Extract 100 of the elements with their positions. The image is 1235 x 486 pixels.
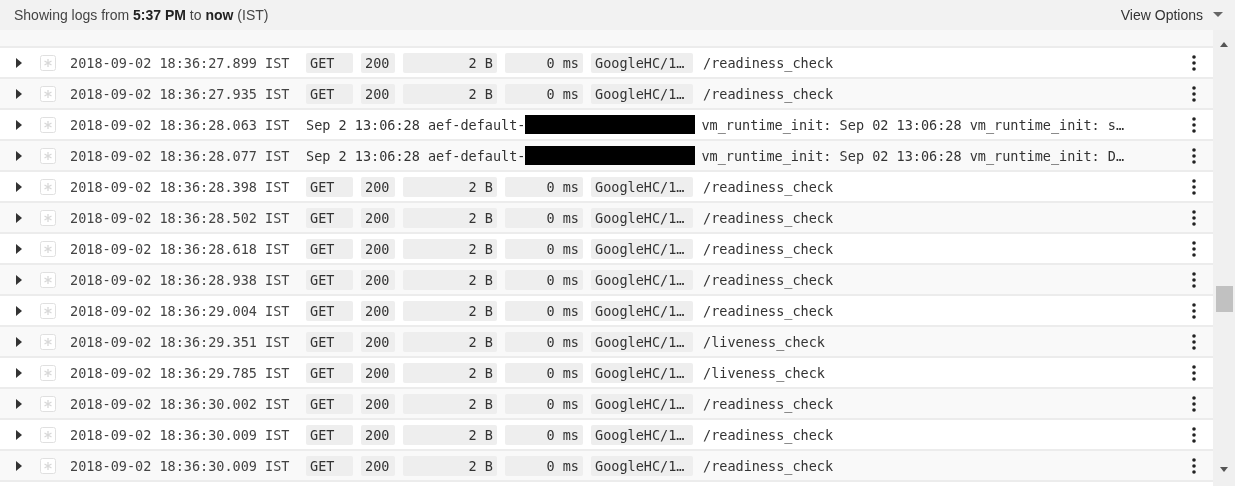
expand-icon[interactable] (16, 336, 22, 347)
status-chip: 200 (361, 207, 395, 228)
request-path: /readiness_check (703, 209, 834, 226)
method-chip: GET (306, 52, 353, 73)
expand-icon[interactable] (16, 367, 22, 378)
timestamp: 2018-09-02 18:36:27.899 IST (70, 54, 291, 71)
size-chip: 2 B (403, 300, 497, 321)
severity-icon (40, 457, 56, 474)
more-options-icon[interactable] (1192, 333, 1196, 350)
expand-icon[interactable] (16, 57, 22, 68)
expand-icon[interactable] (16, 398, 22, 409)
severity-icon (40, 147, 56, 164)
timestamp: 2018-09-02 18:36:27.935 IST (70, 85, 291, 102)
method-chip: GET (306, 238, 353, 259)
expand-icon[interactable] (16, 88, 22, 99)
more-options-icon[interactable] (1192, 395, 1196, 412)
more-options-icon[interactable] (1192, 240, 1196, 257)
expand-icon[interactable] (16, 150, 22, 161)
status-chip: 200 (361, 331, 395, 352)
severity-icon (40, 364, 56, 381)
latency-chip: 0 ms (505, 83, 583, 104)
request-path: /liveness_check (703, 333, 825, 350)
size-chip: 2 B (403, 393, 497, 414)
log-range-summary: Showing logs from 5:37 PM to now (IST) (14, 7, 269, 23)
size-chip: 2 B (403, 362, 497, 383)
size-chip: 2 B (403, 269, 497, 290)
method-chip: GET (306, 269, 353, 290)
timestamp: 2018-09-02 18:36:29.785 IST (70, 364, 291, 381)
severity-icon (40, 54, 56, 71)
more-options-icon[interactable] (1192, 271, 1196, 288)
latency-chip: 0 ms (505, 52, 583, 73)
expand-icon[interactable] (16, 243, 22, 254)
severity-icon (40, 116, 56, 133)
more-options-icon[interactable] (1192, 457, 1196, 474)
expand-icon[interactable] (16, 212, 22, 223)
severity-icon (40, 85, 56, 102)
status-chip: 200 (361, 424, 395, 445)
request-path: /readiness_check (703, 426, 834, 443)
status-chip: 200 (361, 455, 395, 476)
timestamp: 2018-09-02 18:36:28.938 IST (70, 271, 291, 288)
severity-icon (40, 209, 56, 226)
user-agent-chip: GoogleHC/1… (591, 238, 693, 259)
method-chip: GET (306, 331, 353, 352)
status-chip: 200 (361, 393, 395, 414)
status-chip: 200 (361, 269, 395, 290)
size-chip: 2 B (403, 424, 497, 445)
expand-icon[interactable] (16, 305, 22, 316)
latency-chip: 0 ms (505, 455, 583, 476)
size-chip: 2 B (403, 455, 497, 476)
scrollbar[interactable] (1213, 30, 1235, 486)
size-chip: 2 B (403, 83, 497, 104)
scroll-thumb[interactable] (1216, 286, 1233, 312)
latency-chip: 0 ms (505, 331, 583, 352)
log-message-prefix: Sep 2 13:06:28 aef-default- (306, 147, 526, 164)
severity-icon (40, 178, 56, 195)
user-agent-chip: GoogleHC/1… (591, 52, 693, 73)
more-options-icon[interactable] (1192, 147, 1196, 164)
request-path: /readiness_check (703, 54, 834, 71)
expand-icon[interactable] (16, 429, 22, 440)
severity-icon (40, 426, 56, 443)
latency-chip: 0 ms (505, 238, 583, 259)
latency-chip: 0 ms (505, 269, 583, 290)
scroll-down-icon[interactable] (1220, 467, 1228, 472)
more-options-icon[interactable] (1192, 209, 1196, 226)
size-chip: 2 B (403, 52, 497, 73)
timestamp: 2018-09-02 18:36:28.398 IST (70, 178, 291, 195)
user-agent-chip: GoogleHC/1… (591, 331, 693, 352)
latency-chip: 0 ms (505, 393, 583, 414)
timestamp: 2018-09-02 18:36:28.077 IST (70, 147, 291, 164)
more-options-icon[interactable] (1192, 364, 1196, 381)
expand-icon[interactable] (16, 460, 22, 471)
method-chip: GET (306, 455, 353, 476)
scroll-up-icon[interactable] (1220, 42, 1228, 47)
expand-icon[interactable] (16, 274, 22, 285)
expand-icon[interactable] (16, 119, 22, 130)
log-message-prefix: Sep 2 13:06:28 aef-default- (306, 116, 526, 133)
severity-icon (40, 302, 56, 319)
user-agent-chip: GoogleHC/1… (591, 207, 693, 228)
user-agent-chip: GoogleHC/1… (591, 362, 693, 383)
log-message: vm_runtime_init: Sep 02 13:06:28 vm_runtime_init: D… (701, 147, 1125, 164)
more-options-icon[interactable] (1192, 116, 1196, 133)
method-chip: GET (306, 300, 353, 321)
expand-icon[interactable] (16, 181, 22, 192)
view-options-button[interactable]: View Options (1120, 5, 1223, 25)
user-agent-chip: GoogleHC/1… (591, 393, 693, 414)
size-chip: 2 B (403, 207, 497, 228)
more-options-icon[interactable] (1192, 302, 1196, 319)
request-path: /readiness_check (703, 302, 834, 319)
status-chip: 200 (361, 362, 395, 383)
timestamp: 2018-09-02 18:36:29.351 IST (70, 333, 291, 350)
user-agent-chip: GoogleHC/1… (591, 269, 693, 290)
timestamp: 2018-09-02 18:36:28.063 IST (70, 116, 291, 133)
more-options-icon[interactable] (1192, 54, 1196, 71)
latency-chip: 0 ms (505, 207, 583, 228)
status-chip: 200 (361, 52, 395, 73)
request-path: /liveness_check (703, 364, 825, 381)
latency-chip: 0 ms (505, 176, 583, 197)
more-options-icon[interactable] (1192, 178, 1196, 195)
more-options-icon[interactable] (1192, 426, 1196, 443)
more-options-icon[interactable] (1192, 85, 1196, 102)
